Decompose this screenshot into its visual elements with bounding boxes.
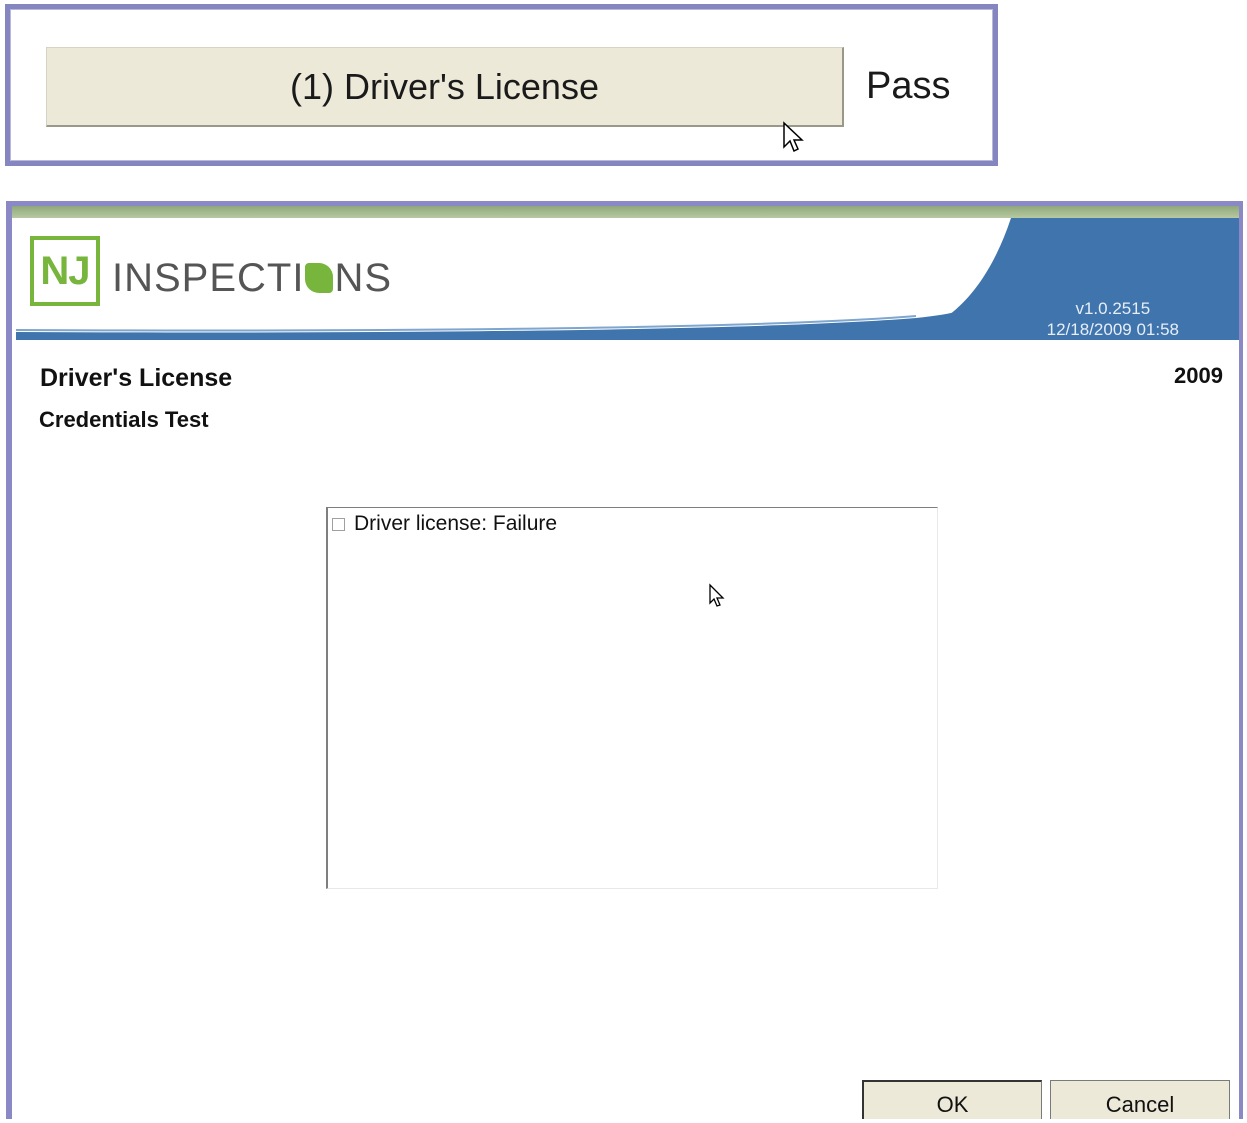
mouse-cursor-icon xyxy=(783,121,804,153)
form-year: 2009 xyxy=(1174,363,1223,388)
leaf-o-icon xyxy=(305,263,334,293)
cancel-button-label: Cancel xyxy=(1105,1092,1175,1117)
checklist-checkbox[interactable] xyxy=(332,517,345,531)
version-number: v1.0.2515 xyxy=(1075,299,1151,318)
checklist-item[interactable]: Driver license: Failure xyxy=(332,512,557,536)
checklist-box[interactable]: Driver license: Failure xyxy=(326,507,938,889)
inspections-logo: INSPECTI NS xyxy=(112,256,392,301)
mouse-cursor-icon xyxy=(709,583,725,607)
nj-logo-badge: NJ xyxy=(30,236,100,306)
inspection-window: NJ INSPECTI NS v1.0.2515 12/18/2009 01:58… xyxy=(6,201,1243,1119)
cancel-button[interactable]: Cancel xyxy=(1050,1080,1230,1119)
ok-button[interactable]: OK xyxy=(862,1080,1042,1119)
drivers-license-task-button[interactable]: (1) Driver's License xyxy=(46,47,844,127)
task-button-label: (1) Driver's License xyxy=(290,65,599,107)
form-title: Driver's License xyxy=(40,364,233,392)
logo-badge-text: NJ xyxy=(40,248,90,293)
ok-button-label: OK xyxy=(936,1092,969,1117)
checklist-item-label: Driver license: Failure xyxy=(354,512,558,535)
logo-word-start: INSPECTI xyxy=(112,256,305,300)
task-status-text: Pass xyxy=(866,65,951,107)
form-subtitle: Credentials Test xyxy=(39,407,209,432)
task-row-panel: (1) Driver's License Pass xyxy=(5,4,998,166)
build-datetime: 12/18/2009 01:58 xyxy=(1046,320,1179,339)
logo-word-end: NS xyxy=(334,256,393,300)
app-header-banner: NJ INSPECTI NS v1.0.2515 12/18/2009 01:58 xyxy=(16,218,1239,340)
window-titlebar xyxy=(12,206,1239,218)
version-info: v1.0.2515 12/18/2009 01:58 xyxy=(1047,298,1179,340)
